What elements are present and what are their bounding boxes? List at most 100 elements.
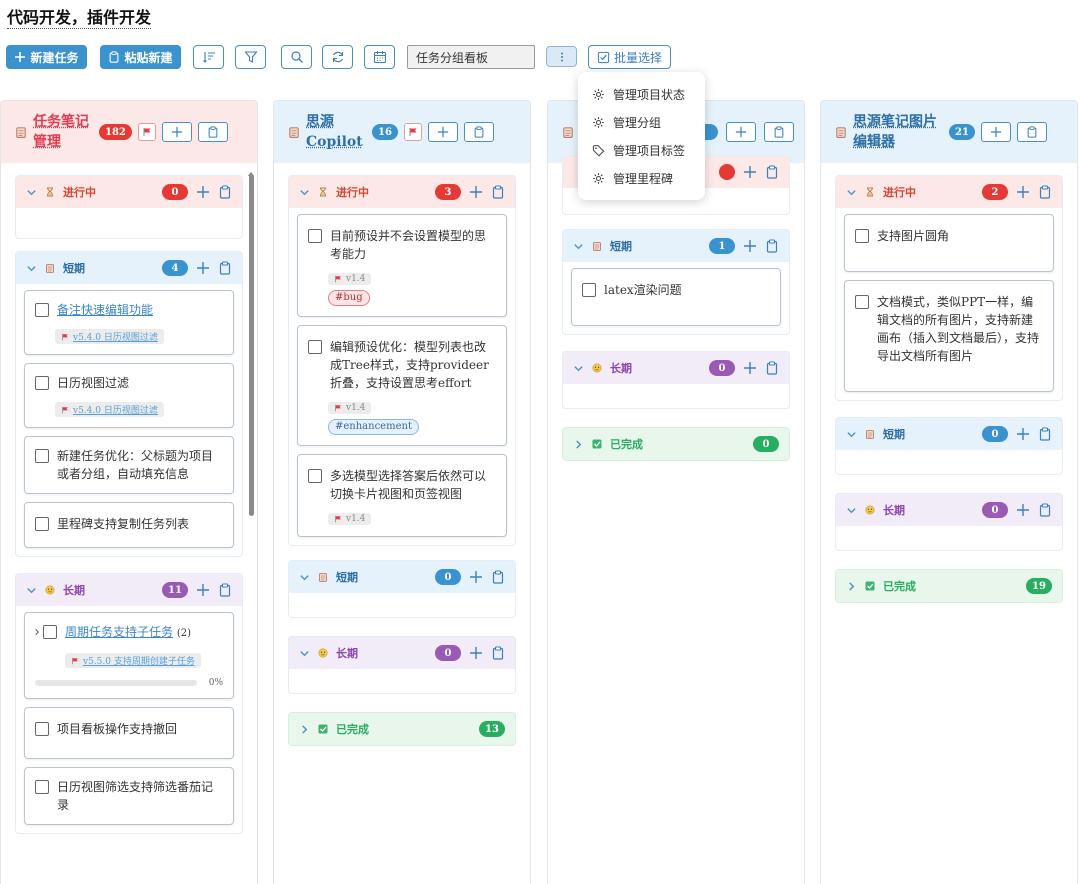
task-checkbox[interactable] [35, 376, 49, 390]
plus-icon[interactable] [469, 570, 483, 584]
task-checkbox[interactable] [43, 625, 57, 639]
column-title[interactable]: 思源笔记图片 编辑器 [853, 112, 943, 152]
clipboard-icon[interactable] [218, 261, 232, 275]
clipboard-icon[interactable] [491, 185, 505, 199]
refresh-button[interactable] [322, 45, 353, 69]
group-header[interactable]: 长期 0 [836, 494, 1062, 526]
chevron-right-icon[interactable] [846, 581, 857, 592]
task-card[interactable]: 文档模式，类似PPT一样，编辑文档的所有图片，支持新建画布（插入到文档最后），支… [844, 280, 1054, 392]
group-header[interactable]: 长期 0 [289, 637, 515, 669]
add-button[interactable] [981, 122, 1011, 142]
task-card[interactable]: 里程碑支持复制任务列表 [24, 502, 234, 548]
clipboard-icon[interactable] [491, 570, 505, 584]
chevron-right-icon[interactable] [573, 439, 584, 450]
chevron-down-icon[interactable] [26, 187, 37, 198]
column-title[interactable]: 任务笔记 管理 [33, 112, 93, 152]
task-title[interactable]: 备注快速编辑功能 [57, 301, 153, 319]
task-checkbox[interactable] [35, 780, 49, 794]
task-checkbox[interactable] [35, 722, 49, 736]
milestone-chip[interactable]: v1.4 [328, 513, 371, 525]
chevron-down-icon[interactable] [846, 187, 857, 198]
sort-button[interactable] [193, 45, 224, 69]
plus-icon[interactable] [743, 239, 757, 253]
scrollbar[interactable] [249, 174, 254, 516]
task-checkbox[interactable] [308, 469, 322, 483]
clipboard-icon[interactable] [765, 361, 779, 375]
batch-select-button[interactable]: 批量选择 [588, 45, 671, 69]
clipboard-icon[interactable] [765, 165, 779, 179]
chevron-down-icon[interactable] [299, 187, 310, 198]
group-header[interactable]: 长期 11 [16, 574, 242, 606]
paste-button[interactable] [1017, 122, 1047, 142]
milestone-chip[interactable]: v1.4 [328, 402, 371, 414]
milestone-button[interactable] [138, 123, 156, 141]
task-checkbox[interactable] [855, 295, 869, 309]
column-title[interactable]: 思源 Copilot [306, 112, 366, 152]
task-card[interactable]: 备注快速编辑功能 v5.4.0 日历视图过滤 [24, 290, 234, 355]
clipboard-icon[interactable] [1038, 503, 1052, 517]
chevron-right-icon[interactable] [299, 724, 310, 735]
clipboard-icon[interactable] [218, 185, 232, 199]
paste-new-button[interactable]: 粘贴新建 [100, 45, 181, 69]
chevron-down-icon[interactable] [846, 429, 857, 440]
plus-icon[interactable] [196, 261, 210, 275]
group-header[interactable]: 已完成 13 [289, 713, 515, 745]
add-button[interactable] [428, 122, 458, 142]
plus-icon[interactable] [196, 185, 210, 199]
add-button[interactable] [162, 122, 192, 142]
plus-icon[interactable] [1016, 427, 1030, 441]
task-checkbox[interactable] [308, 229, 322, 243]
search-button[interactable] [281, 45, 312, 69]
group-header[interactable]: 长期 0 [563, 352, 789, 384]
plus-icon[interactable] [1016, 503, 1030, 517]
task-checkbox[interactable] [308, 340, 322, 354]
group-header[interactable]: 短期 1 [563, 230, 789, 262]
chevron-down-icon[interactable] [573, 363, 584, 374]
task-checkbox[interactable] [855, 229, 869, 243]
more-button[interactable] [546, 46, 577, 67]
plus-icon[interactable] [469, 646, 483, 660]
paste-button[interactable] [764, 122, 794, 142]
menu-item-manage-groups[interactable]: 管理分组 [578, 108, 705, 136]
task-card[interactable]: 新建任务优化：父标题为项目或者分组，自动填充信息 [24, 436, 234, 494]
chevron-down-icon[interactable] [573, 241, 584, 252]
group-header[interactable]: 已完成 0 [563, 428, 789, 460]
group-header[interactable]: 已完成 19 [836, 570, 1062, 602]
milestone-chip[interactable]: v5.5.0 支持周期创建子任务 [65, 653, 201, 668]
group-header[interactable]: 短期 0 [836, 418, 1062, 450]
task-checkbox[interactable] [35, 449, 49, 463]
filter-button[interactable] [235, 45, 266, 69]
task-card[interactable]: 日历视图过滤 v5.4.0 日历视图过滤 [24, 363, 234, 428]
chevron-down-icon[interactable] [846, 505, 857, 516]
clipboard-icon[interactable] [765, 239, 779, 253]
chevron-down-icon[interactable] [26, 585, 37, 596]
paste-button[interactable] [464, 122, 494, 142]
task-card[interactable]: 日历视图筛选支持筛选番茄记录 [24, 767, 234, 825]
paste-button[interactable] [198, 122, 228, 142]
menu-item-manage-status[interactable]: 管理项目状态 [578, 80, 705, 108]
chevron-down-icon[interactable] [26, 263, 37, 274]
task-title[interactable]: 周期任务支持子任务 [65, 625, 173, 639]
new-task-button[interactable]: 新建任务 [6, 45, 87, 69]
view-select[interactable]: 任务分组看板 [407, 45, 535, 69]
milestone-button[interactable] [404, 123, 422, 141]
milestone-chip[interactable]: v5.4.0 日历视图过滤 [55, 402, 164, 417]
plus-icon[interactable] [469, 185, 483, 199]
clipboard-icon[interactable] [218, 583, 232, 597]
tag-chip[interactable]: #bug [328, 290, 370, 306]
add-button[interactable] [726, 122, 756, 142]
task-checkbox[interactable] [582, 283, 596, 297]
task-card[interactable]: 周期任务支持子任务 (2) v5.5.0 支持周期创建子任务 0% [24, 612, 234, 699]
calendar-button[interactable] [364, 45, 395, 69]
plus-icon[interactable] [1016, 185, 1030, 199]
plus-icon[interactable] [743, 165, 757, 179]
group-header[interactable]: 短期 4 [16, 252, 242, 284]
chevron-down-icon[interactable] [299, 648, 310, 659]
tag-chip[interactable]: #enhancement [328, 419, 419, 435]
group-header[interactable]: 进行中 2 [836, 176, 1062, 208]
milestone-chip[interactable]: v5.4.0 日历视图过滤 [55, 329, 164, 344]
milestone-chip[interactable]: v1.4 [328, 273, 371, 285]
menu-item-manage-tags[interactable]: 管理项目标签 [578, 136, 705, 164]
task-card[interactable]: 目前预设并不会设置模型的思考能力 v1.4 #bug [297, 214, 507, 317]
plus-icon[interactable] [743, 361, 757, 375]
